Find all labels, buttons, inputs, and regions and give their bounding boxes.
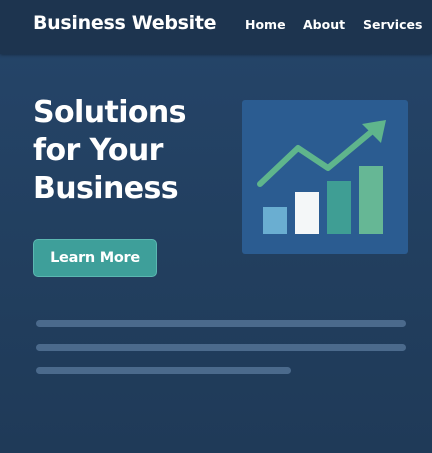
nav-services[interactable]: Services — [363, 17, 422, 32]
placeholder-text-line — [36, 320, 406, 327]
header-bar: Business Website Home About Services — [0, 0, 432, 54]
trend-arrow-line — [257, 125, 379, 187]
learn-more-button[interactable]: Learn More — [33, 239, 157, 277]
hero-title-line-3: Business — [33, 171, 179, 206]
hero-title-line-2: for Your — [33, 133, 163, 168]
chart-bar — [359, 166, 383, 234]
growth-chart-icon — [257, 120, 386, 234]
nav-home[interactable]: Home — [245, 17, 286, 32]
chart-bar — [327, 181, 351, 234]
nav-about[interactable]: About — [303, 17, 345, 32]
placeholder-text-line — [36, 367, 291, 374]
chart-bar — [263, 207, 287, 234]
hero-title: Solutions for Your Business — [33, 94, 223, 208]
chart-bar — [295, 192, 319, 234]
site-brand[interactable]: Business Website — [33, 12, 217, 34]
hero-title-line-1: Solutions — [33, 95, 187, 130]
growth-chart-card — [242, 100, 408, 254]
page: Business Website Home About Services Sol… — [0, 0, 432, 453]
placeholder-text-line — [36, 344, 406, 351]
